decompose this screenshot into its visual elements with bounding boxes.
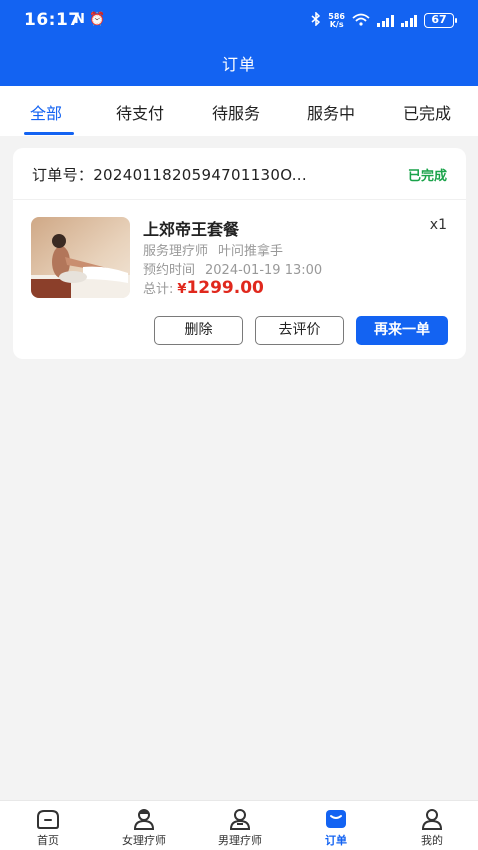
order-icon [326,810,346,828]
status-time: 16:17 [24,10,81,30]
female-therapist-icon [133,809,155,830]
order-tabs: 全部 待支付 待服务 服务中 已完成 [0,86,478,136]
status-bar: 16:17 N ⏰ 586 K/s 67 [0,0,478,44]
page-title: 订单 [221,55,256,74]
divider [13,199,466,200]
appointment-time: 2024-01-19 13:00 [205,263,323,278]
tab-pending-payment[interactable]: 待支付 [116,100,164,124]
therapist-name: 叶问推拿手 [218,244,284,259]
appointment-time-row: 预约时间 2024-01-19 13:00 [143,263,323,278]
review-button[interactable]: 去评价 [255,316,344,345]
therapist-row: 服务理疗师 叶问推拿手 [143,244,284,259]
product-name: 上郊帝王套餐 [143,220,240,239]
reorder-button[interactable]: 再来一单 [356,316,448,345]
tab-in-service[interactable]: 服务中 [307,100,355,124]
notification-icons: N ⏰ [74,12,106,27]
nav-female-therapist[interactable]: 女理疗师 [96,801,192,850]
order-total-price: ¥1299.00 [177,278,264,298]
order-card[interactable]: 订单号：2024011820594701130O... 已完成 上郊帝王套餐 x… [13,148,466,359]
nav-profile[interactable]: 我的 [384,801,478,850]
order-total-row: 总计: ¥1299.00 [143,278,264,298]
network-speed: 586 K/s [328,11,345,29]
top-header: 16:17 N ⏰ 586 K/s 67 订单 [0,0,478,86]
status-right-icons: 586 K/s 67 [311,11,457,29]
home-icon [37,810,59,829]
battery-indicator: 67 [424,13,457,28]
order-status-badge: 已完成 [407,169,447,184]
tab-pending-service[interactable]: 待服务 [212,100,260,124]
order-number: 订单号：2024011820594701130O... [32,166,307,184]
tab-completed[interactable]: 已完成 [403,100,451,124]
nav-male-therapist[interactable]: 男理疗师 [192,801,288,850]
bluetooth-icon [311,11,321,29]
nav-home[interactable]: 首页 [0,801,96,850]
tab-all[interactable]: 全部 [30,100,62,124]
active-tab-indicator [24,132,74,135]
male-therapist-icon [229,809,251,830]
delete-button[interactable]: 删除 [154,316,243,345]
nav-orders[interactable]: 订单 [288,801,384,850]
profile-icon [421,809,443,830]
signal-icon [377,14,394,27]
product-quantity: x1 [429,217,447,233]
wifi-icon [352,13,370,29]
product-image[interactable] [31,217,130,298]
signal-icon [400,14,417,27]
bottom-nav: 首页 女理疗师 男理疗师 订单 我的 [0,800,478,850]
